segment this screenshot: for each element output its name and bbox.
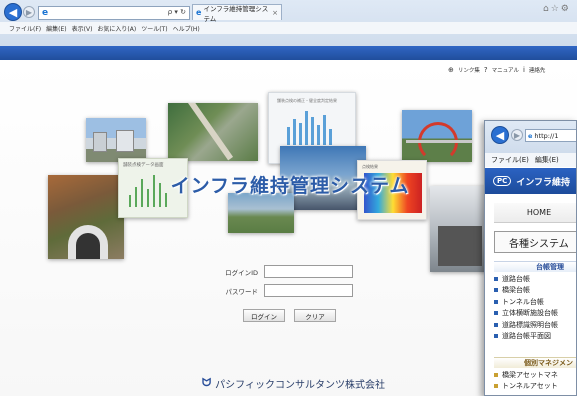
list-item[interactable]: 道路台帳 <box>494 273 576 285</box>
password-label: パスワード <box>225 288 259 296</box>
w2-home-link[interactable]: HOME <box>494 203 576 223</box>
company-footer: ᗢ パシフィックコンサルタンツ株式会社 <box>202 376 402 391</box>
list-item[interactable]: トンネル台帳 <box>494 296 576 308</box>
aerial-road-photo <box>168 103 258 161</box>
menu-edit[interactable]: 編集(E) <box>46 24 66 33</box>
list-item[interactable]: 橋梁アセットマネ <box>494 369 576 381</box>
highway-photo <box>228 193 294 233</box>
w2-address-bar[interactable]: e http://1 <box>525 129 576 142</box>
tunnel-photo <box>48 175 124 259</box>
tab-close-icon[interactable]: × <box>272 9 278 17</box>
building-photo <box>86 118 146 162</box>
password-field[interactable] <box>264 284 353 297</box>
company-name: パシフィックコンサルタンツ株式会社 <box>215 379 385 391</box>
doc-caption: 舗装点検データ画面 <box>123 163 164 168</box>
browser-tab[interactable]: e インフラ維持管理システム × <box>192 4 282 23</box>
w2-management-list: 橋梁アセットマネ トンネルアセット <box>494 369 576 393</box>
company-logo-icon: ᗢ <box>202 376 212 389</box>
w2-menu-bar: ファイル(E) 編集(E) <box>485 153 576 167</box>
menu-bar: ファイル(F) 編集(E) 表示(V) お気に入り(A) ツール(T) ヘルプ(… <box>0 22 577 34</box>
list-item[interactable]: 道路標識照明台帳 <box>494 319 576 331</box>
list-item[interactable]: 立体横断施設台帳 <box>494 308 576 320</box>
w2-back-button[interactable]: ◀ <box>491 126 509 144</box>
login-button[interactable]: ログイン <box>243 309 285 322</box>
site-header-bar <box>0 46 577 60</box>
address-tools[interactable]: ρ ▾ ↻ <box>168 8 186 16</box>
list-item[interactable]: トンネルアセット <box>494 381 576 393</box>
back-arrow-icon: ◀ <box>495 128 505 142</box>
forward-button[interactable]: ▶ <box>23 6 35 18</box>
w2-menu-edit[interactable]: 編集(E) <box>535 155 559 165</box>
home-favorites-settings-icons[interactable]: ⌂☆⚙ <box>543 4 575 16</box>
w2-forward-button[interactable]: ▶ <box>511 129 523 141</box>
w2-logo-icon: PC <box>493 176 512 186</box>
ie-page-icon: e <box>528 131 533 140</box>
back-button[interactable]: ◀ <box>4 3 22 21</box>
w2-menu-file[interactable]: ファイル(E) <box>491 155 529 165</box>
second-browser-window: ◀ ▶ e http://1 ファイル(E) 編集(E) PC インフラ維持 HO… <box>484 120 577 396</box>
info-icon: i <box>522 66 525 74</box>
login-id-field[interactable] <box>264 265 353 278</box>
login-id-label: ログインID <box>225 269 258 277</box>
menu-file[interactable]: ファイル(F) <box>9 24 41 33</box>
menu-help[interactable]: ヘルプ(H) <box>173 24 200 33</box>
w2-header-title: インフラ維持 <box>516 177 571 188</box>
list-item[interactable]: 道路台帳平面図 <box>494 331 576 343</box>
top-link-links[interactable]: リンク集 <box>458 66 480 74</box>
w2-address-text: http://1 <box>534 131 559 140</box>
doc-caption: 舗装点検の補正・健全度判定結果 <box>277 98 337 103</box>
site-title: インフラ維持管理システム <box>170 175 410 197</box>
w2-site-header: PC インフラ維持 <box>485 168 576 194</box>
w2-system-button[interactable]: 各種システム <box>494 231 576 253</box>
menu-view[interactable]: 表示(V) <box>72 24 93 33</box>
doc-caption: 点検結果 <box>362 164 378 169</box>
clear-button[interactable]: クリア <box>294 309 336 322</box>
forward-arrow-icon: ▶ <box>513 130 521 140</box>
forward-arrow-icon: ▶ <box>25 7 33 17</box>
list-item[interactable]: 橋梁台帳 <box>494 285 576 297</box>
top-link-contact[interactable]: 連絡先 <box>529 66 546 74</box>
top-links: ⊕ リンク集 ? マニュアル i 連絡先 <box>448 64 576 76</box>
menu-tools[interactable]: ツール(T) <box>141 24 167 33</box>
address-bar[interactable]: e ρ ▾ ↻ <box>38 6 190 20</box>
top-link-manual[interactable]: マニュアル <box>492 66 519 74</box>
w2-ledger-list: 道路台帳 橋梁台帳 トンネル台帳 立体横断施設台帳 道路標識照明台帳 道路台帳平… <box>494 273 576 343</box>
link-icon: ⊕ <box>448 66 454 74</box>
ie-page-icon: e <box>42 8 49 18</box>
back-arrow-icon: ◀ <box>8 5 18 19</box>
bridge-photo <box>402 110 472 162</box>
w2-section-management: 個別マネジメン <box>494 357 576 368</box>
w2-section-ledger: 台帳管理 <box>494 261 576 272</box>
help-icon: ? <box>483 66 488 74</box>
menu-favorites[interactable]: お気に入り(A) <box>97 24 136 33</box>
tab-title: インフラ維持管理システム <box>203 4 269 23</box>
ie-tab-icon: e <box>196 8 202 17</box>
tunnel-road-photo <box>430 186 490 272</box>
